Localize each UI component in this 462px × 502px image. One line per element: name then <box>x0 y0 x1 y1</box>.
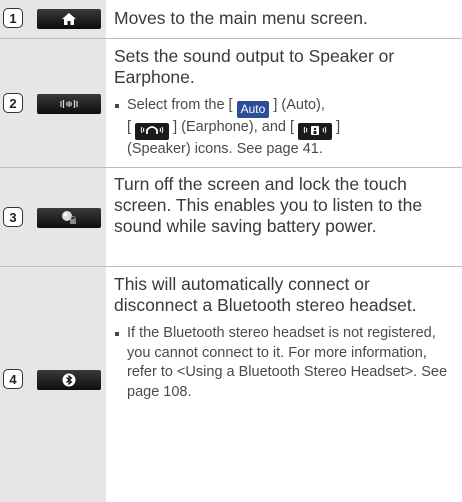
bullet-text: ] <box>336 119 341 135</box>
feature-table: 1 Moves to the main menu screen. 2 Sets … <box>0 0 462 502</box>
row-number: 3 <box>3 207 23 227</box>
bullet-text: (Speaker) icons. See page 41. <box>127 141 323 157</box>
earphone-icon <box>135 123 170 140</box>
screen-lock-button[interactable] <box>37 208 101 228</box>
bullet-text: ] (Earphone), and [ <box>173 119 295 135</box>
sound-output-icon <box>60 100 78 108</box>
row-description: Turn off the screen and lock the touch s… <box>114 174 423 236</box>
table-row-2: 2 Sets the sound output to Speaker or Ea… <box>0 39 462 168</box>
row-number: 4 <box>3 369 23 389</box>
speaker-icon <box>298 123 333 140</box>
home-button[interactable] <box>37 9 101 29</box>
bluetooth-button[interactable] <box>37 370 101 390</box>
row-bullet: Select from the [ Auto ] (Auto), [ ] (Ea… <box>114 96 458 160</box>
row-bullet: If the Bluetooth stereo headset is not r… <box>114 324 458 402</box>
screen-lock-icon <box>62 211 76 224</box>
bullet-text: ] (Auto), <box>273 97 325 113</box>
row-content: Sets the sound output to Speaker or Earp… <box>114 46 458 160</box>
bluetooth-icon <box>62 373 76 387</box>
row-number: 1 <box>3 8 23 28</box>
table-row-4: 4 This will automatically connect or dis… <box>0 267 462 502</box>
row-description: Moves to the main menu screen. <box>114 8 368 28</box>
bullet-text: [ <box>127 119 132 135</box>
sound-output-button[interactable] <box>37 94 101 114</box>
row-description: Sets the sound output to Speaker or Earp… <box>114 46 395 87</box>
row-number: 2 <box>3 93 23 113</box>
auto-icon: Auto <box>236 101 270 118</box>
bullet-text: Select from the [ <box>127 97 233 113</box>
row-description: This will automatically connect or disco… <box>114 274 417 315</box>
home-icon <box>62 13 76 25</box>
table-row-1: 1 Moves to the main menu screen. <box>0 0 462 39</box>
table-row-3: 3 Turn off the screen and lock the touch… <box>0 168 462 267</box>
row-content: This will automatically connect or disco… <box>114 274 458 402</box>
